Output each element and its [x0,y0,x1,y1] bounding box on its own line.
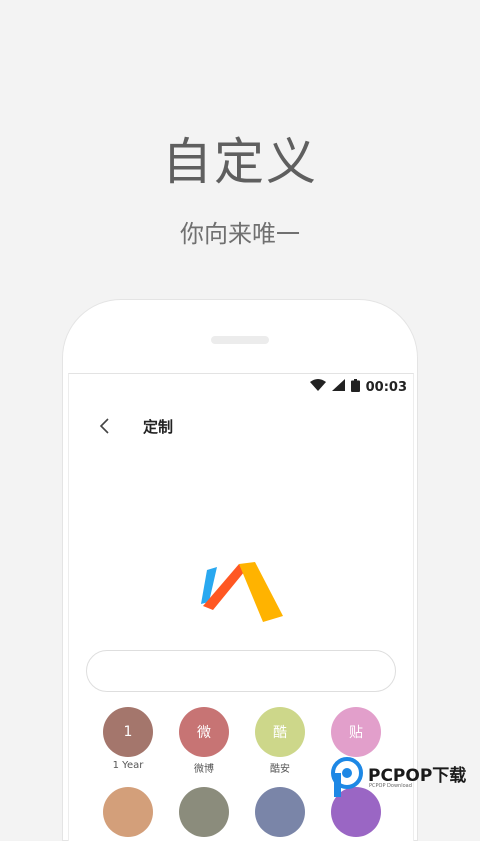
via-browser-logo [197,554,287,629]
search-input[interactable] [86,650,396,692]
shortcut-icon [179,787,229,837]
pcpop-logo-icon [331,757,363,797]
battery-icon [350,378,360,396]
shortcut-icon [103,787,153,837]
shortcut-item[interactable]: 微微博 [169,707,239,775]
intro-title: 自定义 [162,133,318,191]
shortcut-item[interactable]: 酷酷安 [245,707,315,775]
shortcut-label: 1 Year [112,760,144,771]
shortcut-icon: 微 [179,707,229,757]
intro-subtitle: 你向来唯一 [180,220,300,248]
shortcut-icon: 贴 [331,707,381,757]
watermark-subtext: PCPOP Download [369,783,412,789]
shortcut-item[interactable]: 1 1 Year [93,707,163,771]
status-bar: 00:03 [309,377,407,397]
watermark: PCPOP下载 PCPOP Download [331,755,479,799]
status-time: 00:03 [365,379,407,395]
shortcut-item[interactable] [169,787,239,840]
shortcut-item[interactable] [245,787,315,840]
shortcut-label: 酷安 [270,764,290,775]
shortcut-item[interactable] [93,787,163,840]
shortcut-item[interactable]: 贴 [321,707,391,760]
chevron-left-icon[interactable] [95,416,115,436]
app-bar: 定制 [69,410,413,444]
shortcut-icon: 酷 [255,707,305,757]
signal-icon [331,379,345,395]
wifi-icon [309,379,326,395]
shortcut-label: 微博 [194,764,214,775]
page-title: 定制 [143,418,174,436]
phone-speaker [211,336,269,344]
shortcut-icon [255,787,305,837]
shortcut-icon: 1 [103,707,153,757]
